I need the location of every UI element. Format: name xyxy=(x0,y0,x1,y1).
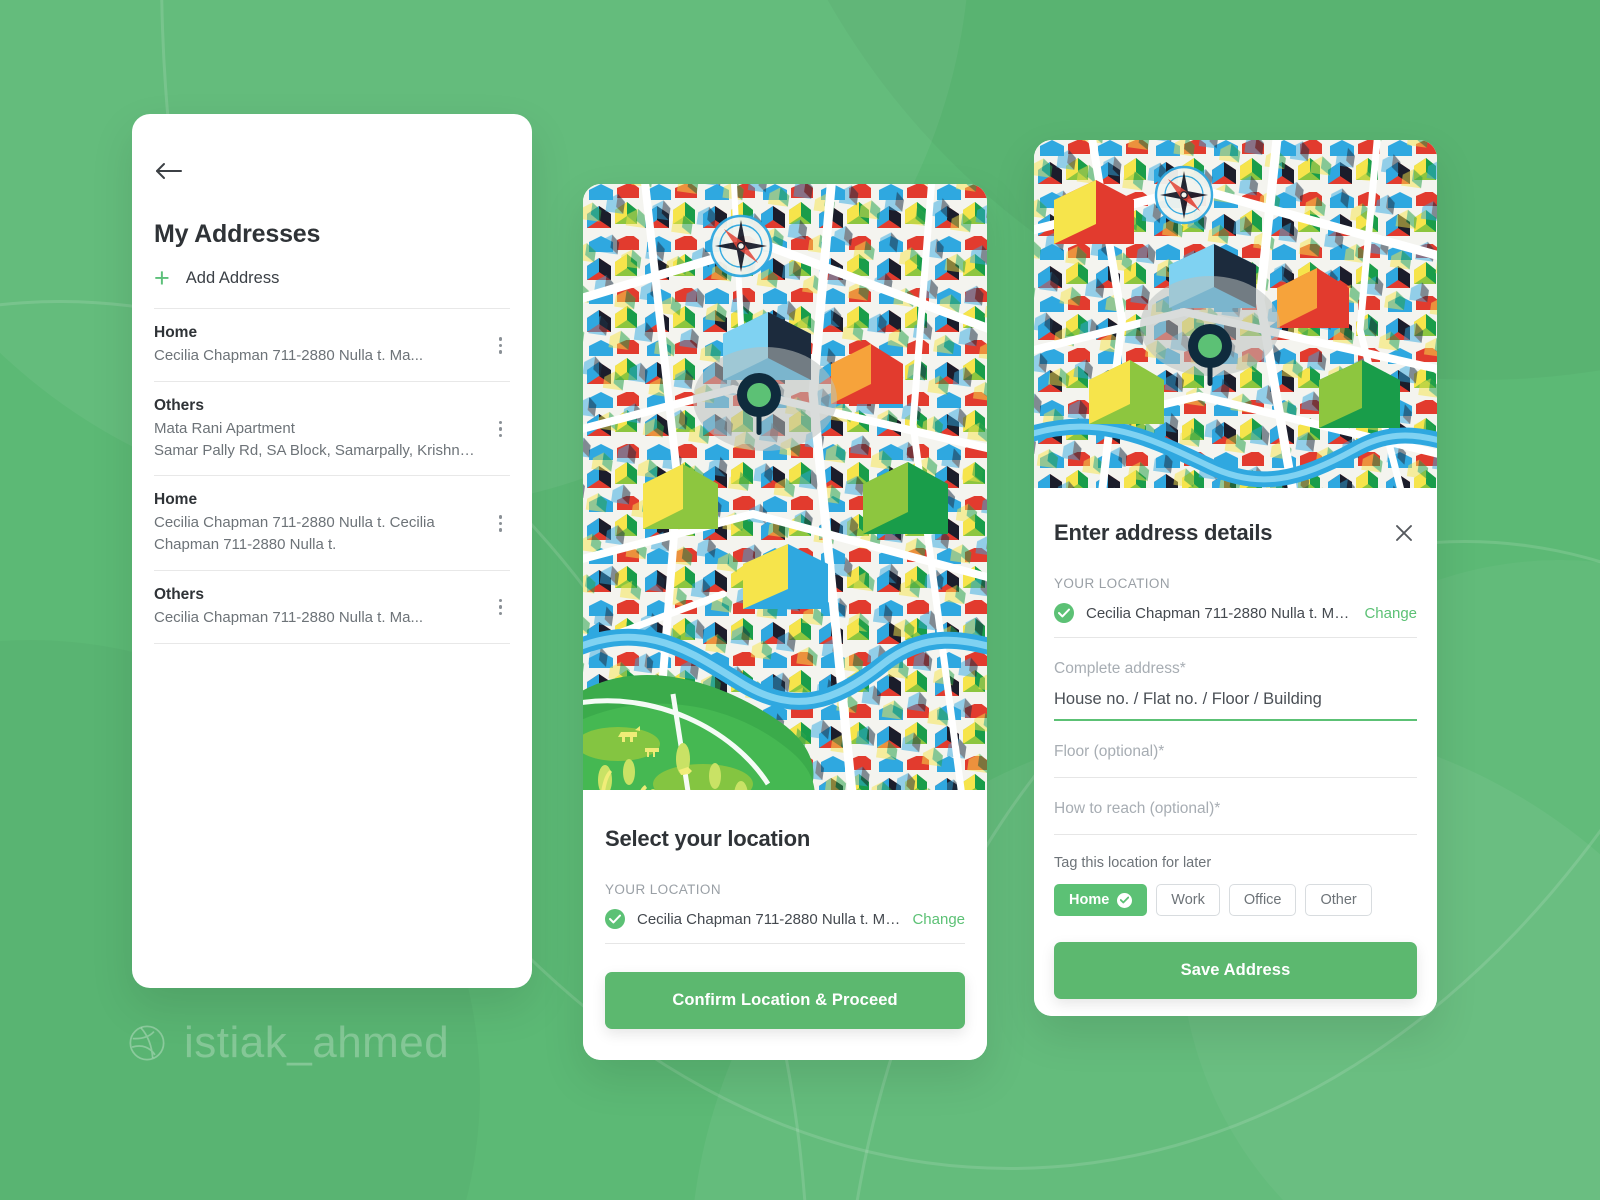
address-form-sheet: Enter address details YOUR LOCATION Ceci… xyxy=(1034,488,1437,1016)
list-item[interactable]: Others Cecilia Chapman 711-2880 Nulla t.… xyxy=(154,571,510,644)
check-circle-icon xyxy=(605,909,625,929)
sheet-title: Select your location xyxy=(605,826,811,851)
tag-chip-work[interactable]: Work xyxy=(1156,884,1220,916)
watermark-label: istiak_ahmed xyxy=(184,1018,450,1067)
form-title: Enter address details xyxy=(1054,520,1273,545)
page-title: My Addresses xyxy=(154,220,321,248)
add-address-label: Add Address xyxy=(185,269,280,287)
chip-check-icon xyxy=(1117,892,1133,908)
address-line: Cecilia Chapman 711-2880 Nulla t. Cecili… xyxy=(154,514,435,553)
map-illustration xyxy=(583,184,987,790)
chip-label: Office xyxy=(1243,892,1282,908)
how-to-reach-field[interactable]: How to reach (optional)* xyxy=(1054,778,1417,835)
address-line: Samar Pally Rd, SA Block, Samarpally, Kr… xyxy=(154,441,481,459)
list-item[interactable]: Others Mata Rani Apartment Samar Pally R… xyxy=(154,382,510,477)
address-tag: Home xyxy=(154,491,198,509)
tag-chip-home[interactable]: Home xyxy=(1054,884,1148,916)
chip-label: Work xyxy=(1171,892,1205,908)
field-label: Floor (optional)* xyxy=(1054,743,1165,760)
watermark: istiak_ahmed xyxy=(128,1018,449,1068)
address-tag: Others xyxy=(154,396,204,414)
address-tag: Others xyxy=(154,585,204,603)
chip-label: Home xyxy=(1069,892,1110,908)
your-location-label: YOUR LOCATION xyxy=(605,882,721,897)
change-location-link[interactable]: Change xyxy=(912,911,965,928)
list-item[interactable]: Home Cecilia Chapman 711-2880 Nulla t. C… xyxy=(154,476,510,571)
tag-chip-group: Home Work Office Other xyxy=(1054,884,1417,916)
change-location-link[interactable]: Change xyxy=(1364,605,1417,622)
list-item[interactable]: Home Cecilia Chapman 711-2880 Nulla t. M… xyxy=(154,309,510,382)
floor-field[interactable]: Floor (optional)* xyxy=(1054,721,1417,778)
location-pin-icon[interactable] xyxy=(737,373,781,417)
kebab-menu-icon[interactable] xyxy=(491,509,511,538)
address-list: Home Cecilia Chapman 711-2880 Nulla t. M… xyxy=(154,308,510,644)
kebab-menu-icon[interactable] xyxy=(491,331,511,360)
tag-location-label: Tag this location for later xyxy=(1054,855,1212,871)
location-pin-icon[interactable] xyxy=(1188,324,1232,368)
plus-icon: + xyxy=(154,263,170,293)
field-label: How to reach (optional)* xyxy=(1054,800,1221,817)
your-location-label: YOUR LOCATION xyxy=(1054,576,1170,591)
address-line: Cecilia Chapman 711-2880 Nulla t. Ma... xyxy=(154,608,424,626)
selected-location-row: Cecilia Chapman 711-2880 Nulla t. Ma... … xyxy=(605,897,965,944)
address-line: Cecilia Chapman 711-2880 Nulla t. Ma... xyxy=(154,347,424,364)
select-location-screen: Select your location YOUR LOCATION Cecil… xyxy=(583,184,987,1060)
tag-chip-other[interactable]: Other xyxy=(1305,884,1372,916)
close-icon[interactable] xyxy=(1391,520,1417,546)
kebab-menu-icon[interactable] xyxy=(491,415,511,444)
dribbble-icon xyxy=(128,1024,166,1062)
complete-address-input[interactable]: House no. / Flat no. / Floor / Building xyxy=(1054,678,1417,719)
selected-location-row: Cecilia Chapman 711-2880 Nulla t. Ma... … xyxy=(1054,591,1417,638)
save-address-button[interactable]: Save Address xyxy=(1054,942,1417,999)
kebab-menu-icon[interactable] xyxy=(491,593,511,622)
complete-address-field[interactable]: Complete address* House no. / Flat no. /… xyxy=(1054,638,1417,721)
check-circle-icon xyxy=(1054,603,1074,623)
select-location-sheet: Select your location YOUR LOCATION Cecil… xyxy=(583,790,987,1060)
location-value: Cecilia Chapman 711-2880 Nulla t. Ma... xyxy=(1086,604,1353,622)
illustrated-city-map[interactable] xyxy=(583,184,987,790)
address-tag: Home xyxy=(154,324,198,341)
add-address-button[interactable]: + Add Address xyxy=(154,265,510,308)
my-addresses-screen: My Addresses + Add Address Home Cecilia … xyxy=(132,114,532,988)
illustrated-city-map[interactable] xyxy=(1034,140,1437,488)
chip-label: Other xyxy=(1320,892,1357,908)
enter-address-details-screen: Enter address details YOUR LOCATION Ceci… xyxy=(1034,140,1437,1016)
back-arrow-icon[interactable] xyxy=(154,160,184,190)
confirm-location-button[interactable]: Confirm Location & Proceed xyxy=(605,972,965,1029)
location-value: Cecilia Chapman 711-2880 Nulla t. Ma... xyxy=(637,910,901,928)
field-label: Complete address* xyxy=(1054,660,1186,677)
map-illustration xyxy=(1034,140,1437,488)
tag-chip-office[interactable]: Office xyxy=(1228,884,1297,916)
address-line: Mata Rani Apartment xyxy=(154,419,295,437)
